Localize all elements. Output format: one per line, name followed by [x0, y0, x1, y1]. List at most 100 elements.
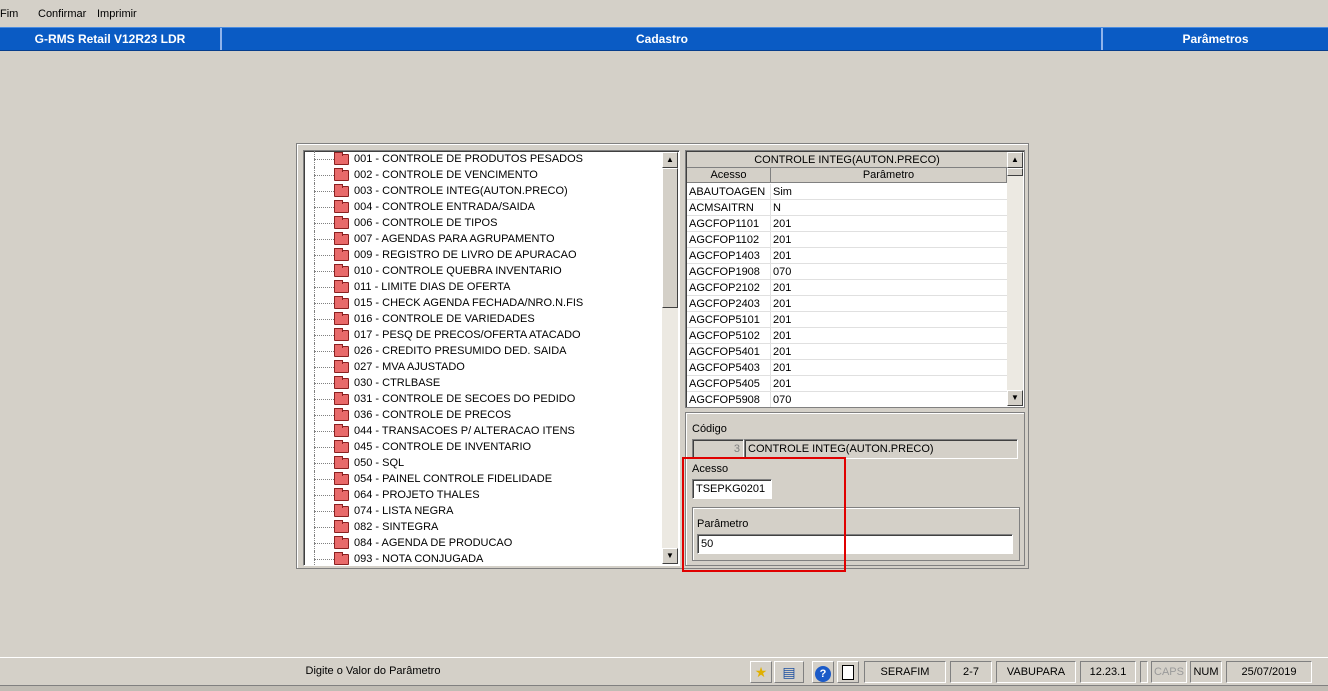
grid-row[interactable]: AGCFOP5403 201 [687, 360, 1007, 376]
tree-item[interactable]: 016 - CONTROLE DE VARIEDADES [304, 311, 679, 327]
tree-item-label: 026 - CREDITO PRESUMIDO DED. SAIDA [354, 345, 567, 357]
folder-icon [334, 376, 349, 389]
tree-scrollbar[interactable]: ▲ ▼ [662, 152, 678, 564]
tree-item-label: 006 - CONTROLE DE TIPOS [354, 217, 498, 229]
tree-item[interactable]: 017 - PESQ DE PRECOS/OFERTA ATACADO [304, 327, 679, 343]
cell-parametro: 201 [773, 298, 792, 310]
tree-item[interactable]: 010 - CONTROLE QUEBRA INVENTARIO [304, 263, 679, 279]
grid-row[interactable]: AGCFOP5401 201 [687, 344, 1007, 360]
cell-acesso: AGCFOP2102 [687, 280, 771, 296]
tree-item[interactable]: 011 - LIMITE DIAS DE OFERTA [304, 279, 679, 295]
tree-line [314, 191, 334, 192]
tree-item[interactable]: 044 - TRANSACOES P/ ALTERACAO ITENS [304, 423, 679, 439]
grid-row[interactable]: AGCFOP1101 201 [687, 216, 1007, 232]
column-header-acesso[interactable]: Acesso [687, 168, 771, 183]
menu-confirmar[interactable]: Confirmar [38, 8, 86, 20]
cell-acesso: AGCFOP5101 [687, 312, 771, 328]
folder-icon [334, 536, 349, 549]
tree-item[interactable]: 036 - CONTROLE DE PRECOS [304, 407, 679, 423]
tree-item[interactable]: 054 - PAINEL CONTROLE FIDELIDADE [304, 471, 679, 487]
tree-item[interactable]: 074 - LISTA NEGRA [304, 503, 679, 519]
grid-row[interactable]: ACMSAITRN N [687, 200, 1007, 216]
tree-item[interactable]: 015 - CHECK AGENDA FECHADA/NRO.N.FIS [304, 295, 679, 311]
tree-item[interactable]: 030 - CTRLBASE [304, 375, 679, 391]
tree-item-label: 004 - CONTROLE ENTRADA/SAIDA [354, 201, 535, 213]
grid-row[interactable]: AGCFOP5405 201 [687, 376, 1007, 392]
grid-row[interactable]: AGCFOP1403 201 [687, 248, 1007, 264]
tree-item[interactable]: 004 - CONTROLE ENTRADA/SAIDA [304, 199, 679, 215]
folder-icon [334, 472, 349, 485]
tree-line [314, 495, 334, 496]
tree-item[interactable]: 007 - AGENDAS PARA AGRUPAMENTO [304, 231, 679, 247]
tree-item[interactable]: 027 - MVA AJUSTADO [304, 359, 679, 375]
grid-row[interactable]: AGCFOP5908 070 [687, 392, 1007, 407]
tree-item[interactable]: 002 - CONTROLE DE VENCIMENTO [304, 167, 679, 183]
grid-row[interactable]: AGCFOP5102 201 [687, 328, 1007, 344]
cell-acesso: AGCFOP1403 [687, 248, 771, 264]
acesso-field[interactable]: TSEPKG0201 [692, 479, 772, 499]
tree-item-label: 009 - REGISTRO DE LIVRO DE APURACAO [354, 249, 577, 261]
grid-row[interactable]: AGCFOP5101 201 [687, 312, 1007, 328]
help-icon[interactable]: ? [812, 661, 834, 683]
grid-row[interactable]: AGCFOP2403 201 [687, 296, 1007, 312]
menu-fim[interactable]: Fim [0, 8, 18, 20]
cell-parametro: 201 [773, 234, 792, 246]
grid-scrollbar[interactable]: ▲ ▼ [1007, 152, 1023, 406]
tree-item-label: 011 - LIMITE DIAS DE OFERTA [354, 281, 511, 293]
parametro-group: Parâmetro 50 [692, 507, 1020, 561]
tree-item[interactable]: 006 - CONTROLE DE TIPOS [304, 215, 679, 231]
scroll-thumb[interactable] [662, 168, 678, 308]
cell-parametro: N [773, 202, 781, 214]
app-title: G-RMS Retail V12R23 LDR [34, 32, 186, 46]
menu-imprimir[interactable]: Imprimir [97, 8, 137, 20]
parametro-input[interactable]: 50 [697, 534, 1013, 554]
tree-line [314, 399, 334, 400]
grid-row[interactable]: AGCFOP1908 070 [687, 264, 1007, 280]
folder-icon [334, 248, 349, 261]
cell-parametro: 201 [773, 282, 792, 294]
cell-parametro: 201 [773, 378, 792, 390]
tree-line [314, 335, 334, 336]
grid-row[interactable]: AGCFOP1102 201 [687, 232, 1007, 248]
tree-item[interactable]: 001 - CONTROLE DE PRODUTOS PESADOS [304, 151, 679, 167]
menu-bar: Fim Confirmar Imprimir [0, 0, 1328, 26]
tree-item[interactable]: 050 - SQL [304, 455, 679, 471]
tree-item[interactable]: 026 - CREDITO PRESUMIDO DED. SAIDA [304, 343, 679, 359]
tree-item-label: 045 - CONTROLE DE INVENTARIO [354, 441, 532, 453]
folder-icon [334, 328, 349, 341]
tree-line [314, 543, 334, 544]
tree-item[interactable]: 009 - REGISTRO DE LIVRO DE APURACAO [304, 247, 679, 263]
tree-item-label: 015 - CHECK AGENDA FECHADA/NRO.N.FIS [354, 297, 584, 309]
column-header-parametro[interactable]: Parâmetro [771, 168, 1007, 183]
tree-item[interactable]: 064 - PROJETO THALES [304, 487, 679, 503]
status-num: NUM [1190, 661, 1222, 683]
scroll-down-button[interactable]: ▼ [662, 548, 678, 564]
tree-item-label: 001 - CONTROLE DE PRODUTOS PESADOS [354, 153, 584, 165]
scroll-down-button[interactable]: ▼ [1007, 390, 1023, 406]
tree-item[interactable]: 093 - NOTA CONJUGADA [304, 551, 679, 565]
folder-icon [334, 344, 349, 357]
tree-line [314, 351, 334, 352]
tree-item[interactable]: 084 - AGENDA DE PRODUCAO [304, 535, 679, 551]
tree-item-label: 050 - SQL [354, 457, 405, 469]
codigo-description-field: CONTROLE INTEG(AUTON.PRECO) [744, 439, 1018, 459]
tree-item[interactable]: 031 - CONTROLE DE SECOES DO PEDIDO [304, 391, 679, 407]
grid-row[interactable]: AGCFOP2102 201 [687, 280, 1007, 296]
folder-icon [334, 440, 349, 453]
grid-row[interactable]: ABAUTOAGEN Sim [687, 184, 1007, 200]
star-icon[interactable]: ★ [750, 661, 772, 683]
scroll-thumb[interactable] [1007, 168, 1023, 176]
scroll-up-button[interactable]: ▲ [1007, 152, 1023, 168]
scroll-up-button[interactable]: ▲ [662, 152, 678, 168]
tree-item[interactable]: 003 - CONTROLE INTEG(AUTON.PRECO) [304, 183, 679, 199]
folder-icon [334, 232, 349, 245]
parameter-grid[interactable]: CONTROLE INTEG(AUTON.PRECO) Acesso Parâm… [685, 150, 1025, 408]
clipboard-icon[interactable] [837, 661, 859, 683]
tree-item[interactable]: 045 - CONTROLE DE INVENTARIO [304, 439, 679, 455]
user-list-icon[interactable]: ▤ [774, 661, 804, 683]
codigo-field: 3 [692, 439, 744, 459]
cell-acesso: AGCFOP2403 [687, 296, 771, 312]
grid-title: CONTROLE INTEG(AUTON.PRECO) [687, 152, 1007, 168]
parameter-group-tree[interactable]: 001 - CONTROLE DE PRODUTOS PESADOS 002 - … [303, 150, 680, 566]
tree-item[interactable]: 082 - SINTEGRA [304, 519, 679, 535]
